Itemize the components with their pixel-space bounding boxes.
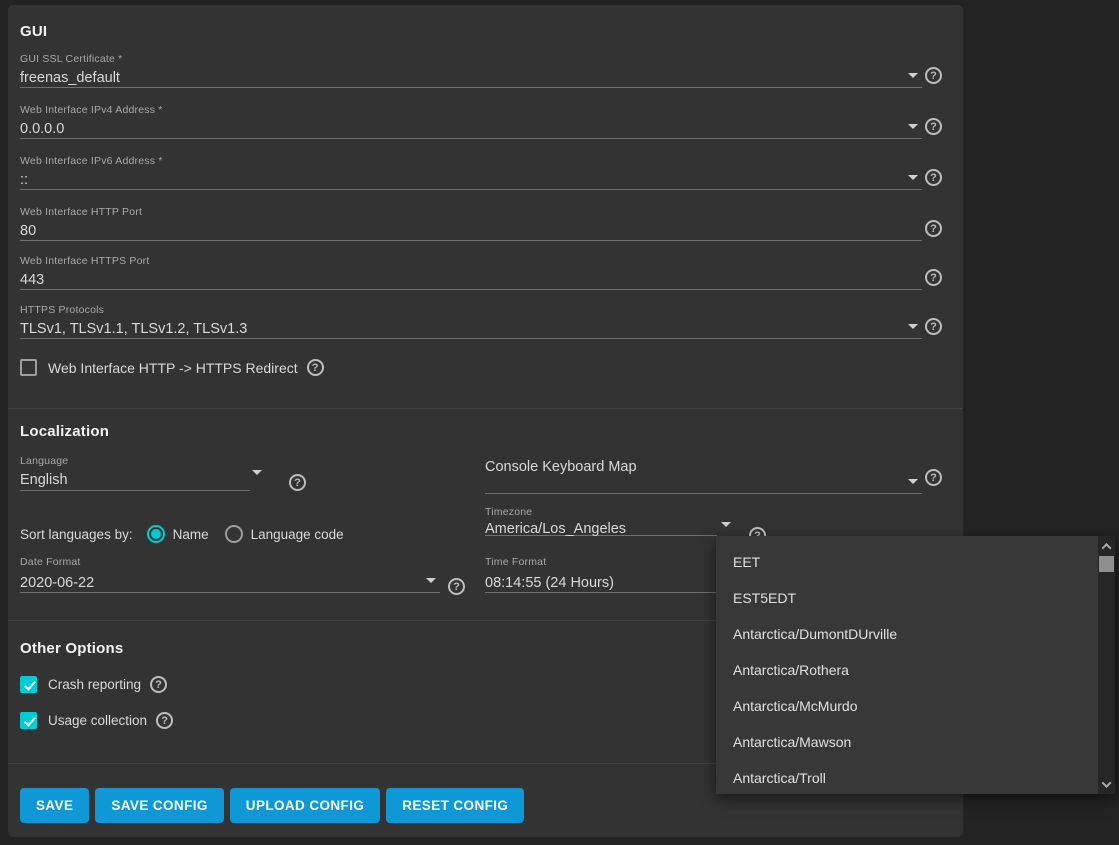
dropdown-arrow-icon[interactable] <box>721 522 731 527</box>
field-value: freenas_default <box>20 69 922 88</box>
field-row-ipv4-address: Web Interface IPv4 Address * 0.0.0.0 <box>20 104 950 139</box>
field-label: Language <box>20 455 250 468</box>
field-row-console-keyboard-map: Console Keyboard Map <box>485 455 945 494</box>
http-https-redirect-checkbox[interactable] <box>20 359 37 376</box>
dropdown-arrow-icon[interactable] <box>426 578 436 583</box>
checkbox-label: Web Interface HTTP -> HTTPS Redirect <box>48 360 298 376</box>
field-value: Console Keyboard Map <box>485 458 922 477</box>
timezone-select[interactable]: Timezone America/Los_Angeles <box>485 506 717 536</box>
sort-languages-label: Sort languages by: <box>20 527 133 542</box>
redirect-checkbox-row: Web Interface HTTP -> HTTPS Redirect <box>20 359 324 376</box>
usage-collection-checkbox[interactable] <box>20 712 37 729</box>
reset-config-button[interactable]: RESET CONFIG <box>386 788 524 823</box>
timezone-option[interactable]: Antarctica/Mawson <box>716 724 1098 760</box>
sort-by-name-radio[interactable] <box>147 525 165 543</box>
field-row-language: Language English <box>20 455 320 491</box>
field-value: 80 <box>20 222 922 241</box>
field-label: Date Format <box>20 556 440 569</box>
field-row-ipv6-address: Web Interface IPv6 Address * :: <box>20 155 950 190</box>
field-label: Web Interface HTTP Port <box>20 206 922 219</box>
crash-reporting-row: Crash reporting <box>20 676 167 693</box>
checkbox-label: Crash reporting <box>48 677 141 692</box>
help-icon[interactable] <box>150 676 167 693</box>
help-icon[interactable] <box>448 578 465 595</box>
help-icon[interactable] <box>289 474 306 491</box>
scrollbar-thumb[interactable] <box>1099 556 1114 572</box>
help-icon[interactable] <box>925 318 942 335</box>
dropdown-arrow-icon[interactable] <box>908 175 918 180</box>
field-label: Web Interface IPv4 Address * <box>20 104 922 117</box>
field-label: HTTPS Protocols <box>20 304 922 317</box>
field-row-gui-ssl-certificate: GUI SSL Certificate * freenas_default <box>20 53 950 88</box>
field-value: TLSv1, TLSv1.1, TLSv1.2, TLSv1.3 <box>20 320 922 339</box>
https-protocols-select[interactable]: HTTPS Protocols TLSv1, TLSv1.1, TLSv1.2,… <box>20 304 922 339</box>
crash-reporting-checkbox[interactable] <box>20 676 37 693</box>
localization-section-title: Localization <box>20 423 109 440</box>
field-label: Timezone <box>485 506 717 519</box>
field-label: GUI SSL Certificate * <box>20 53 922 66</box>
field-value: 443 <box>20 271 922 290</box>
action-button-row: SAVE SAVE CONFIG UPLOAD CONFIG RESET CON… <box>20 788 524 823</box>
scrollbar-down-icon[interactable] <box>1098 776 1115 792</box>
save-config-button[interactable]: SAVE CONFIG <box>95 788 223 823</box>
timezone-option[interactable]: Antarctica/Troll <box>716 760 1098 794</box>
field-row-timezone: Timezone America/Los_Angeles <box>485 506 785 536</box>
dropdown-arrow-icon[interactable] <box>908 324 918 329</box>
ipv6-address-select[interactable]: Web Interface IPv6 Address * :: <box>20 155 922 190</box>
field-value: America/Los_Angeles <box>485 520 717 539</box>
timezone-option-list: EET EST5EDT Antarctica/DumontDUrville An… <box>716 544 1098 794</box>
sort-languages-row: Sort languages by: Name Language code <box>20 525 353 543</box>
help-icon[interactable] <box>156 712 173 729</box>
https-port-input[interactable]: Web Interface HTTPS Port 443 <box>20 255 922 290</box>
help-icon[interactable] <box>925 169 942 186</box>
other-options-section-title: Other Options <box>20 640 123 657</box>
timezone-option[interactable]: Antarctica/McMurdo <box>716 688 1098 724</box>
radio-label: Language code <box>251 527 344 542</box>
upload-config-button[interactable]: UPLOAD CONFIG <box>230 788 380 823</box>
dropdown-arrow-icon[interactable] <box>908 124 918 129</box>
timezone-option[interactable]: EST5EDT <box>716 580 1098 616</box>
dropdown-arrow-icon[interactable] <box>908 479 918 484</box>
radio-label: Name <box>173 527 209 542</box>
help-icon[interactable] <box>307 359 324 376</box>
gui-section-title: GUI <box>20 23 47 40</box>
timezone-dropdown-panel: EET EST5EDT Antarctica/DumontDUrville An… <box>716 536 1115 794</box>
field-row-https-protocols: HTTPS Protocols TLSv1, TLSv1.1, TLSv1.2,… <box>20 304 950 339</box>
save-button[interactable]: SAVE <box>20 788 89 823</box>
http-port-input[interactable]: Web Interface HTTP Port 80 <box>20 206 922 241</box>
date-format-select[interactable]: Date Format 2020-06-22 <box>20 556 440 593</box>
console-keyboard-map-select[interactable]: Console Keyboard Map <box>485 458 922 494</box>
field-row-http-port: Web Interface HTTP Port 80 <box>20 206 950 241</box>
field-row-date-format: Date Format 2020-06-22 <box>20 556 490 593</box>
timezone-option[interactable]: EET <box>716 544 1098 580</box>
gui-ssl-certificate-select[interactable]: GUI SSL Certificate * freenas_default <box>20 53 922 88</box>
help-icon[interactable] <box>925 469 942 486</box>
field-value: 2020-06-22 <box>20 574 440 593</box>
help-icon[interactable] <box>925 220 942 237</box>
field-value: :: <box>20 171 922 190</box>
dropdown-arrow-icon[interactable] <box>908 73 918 78</box>
help-icon[interactable] <box>925 269 942 286</box>
field-label: Web Interface IPv6 Address * <box>20 155 922 168</box>
usage-collection-row: Usage collection <box>20 712 173 729</box>
section-divider <box>8 408 963 409</box>
checkbox-label: Usage collection <box>48 713 147 728</box>
dropdown-arrow-icon[interactable] <box>252 470 262 475</box>
language-select[interactable]: Language English <box>20 455 250 491</box>
field-row-https-port: Web Interface HTTPS Port 443 <box>20 255 950 290</box>
dropdown-scrollbar[interactable] <box>1098 536 1115 794</box>
field-value: English <box>20 471 250 490</box>
help-icon[interactable] <box>925 118 942 135</box>
ipv4-address-select[interactable]: Web Interface IPv4 Address * 0.0.0.0 <box>20 104 922 139</box>
field-value: 0.0.0.0 <box>20 120 922 139</box>
scrollbar-up-icon[interactable] <box>1098 538 1115 554</box>
sort-by-language-code-radio[interactable] <box>225 525 243 543</box>
help-icon[interactable] <box>925 67 942 84</box>
timezone-option[interactable]: Antarctica/DumontDUrville <box>716 616 1098 652</box>
field-label: Web Interface HTTPS Port <box>20 255 922 268</box>
timezone-option[interactable]: Antarctica/Rothera <box>716 652 1098 688</box>
